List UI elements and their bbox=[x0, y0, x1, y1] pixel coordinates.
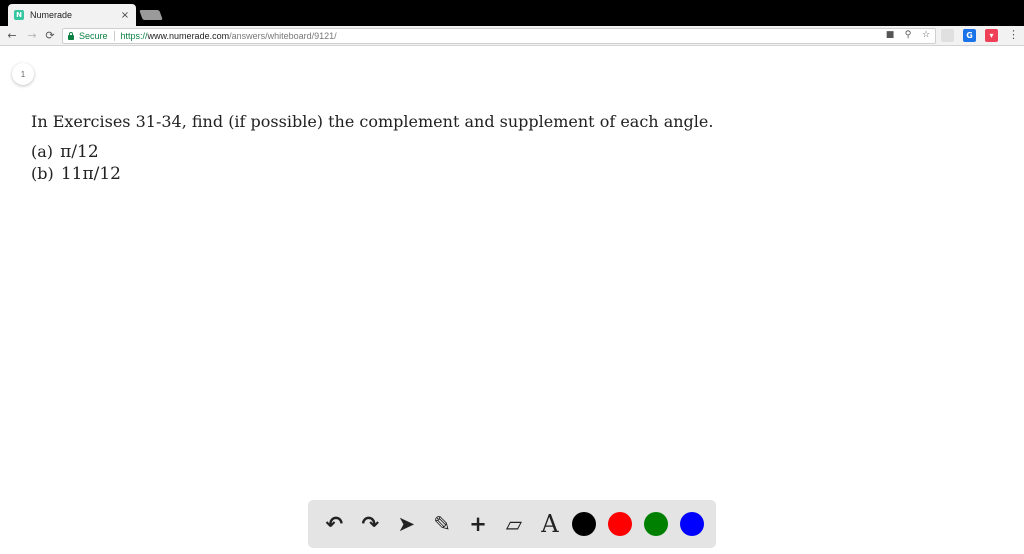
add-icon[interactable]: + bbox=[465, 509, 492, 539]
numerade-favicon-icon: N bbox=[14, 10, 24, 20]
url-path: /answers/whiteboard/9121/ bbox=[229, 31, 337, 41]
part-a-value: π/12 bbox=[60, 142, 99, 162]
eraser-icon[interactable]: ▱ bbox=[501, 509, 528, 539]
part-a: (a) π/12 bbox=[31, 142, 99, 162]
tab-title: Numerade bbox=[30, 10, 73, 20]
color-blue-swatch[interactable] bbox=[680, 512, 705, 536]
part-b-value: 11π/12 bbox=[60, 164, 121, 184]
browser-toolbar: ← → ⟳ Secure https:// www.numerade.com /… bbox=[0, 26, 1024, 46]
browser-menu-icon[interactable]: ⋮ bbox=[1008, 28, 1019, 41]
select-pointer-icon[interactable]: ➤ bbox=[393, 509, 420, 539]
question-text: In Exercises 31-34, find (if possible) t… bbox=[31, 112, 714, 131]
redo-icon[interactable]: ↷ bbox=[357, 509, 384, 539]
back-arrow-icon[interactable]: ← bbox=[5, 28, 19, 42]
url-scheme: https:// bbox=[120, 31, 148, 41]
address-bar[interactable]: Secure https:// www.numerade.com /answer… bbox=[62, 28, 936, 44]
zoom-icon[interactable]: ⚲ bbox=[903, 30, 913, 40]
part-b: (b) 11π/12 bbox=[31, 164, 121, 184]
new-tab-button[interactable] bbox=[139, 10, 163, 20]
pen-icon[interactable]: ✎ bbox=[429, 509, 456, 539]
bookmark-star-icon[interactable]: ☆ bbox=[921, 30, 931, 40]
color-red-swatch[interactable] bbox=[608, 512, 633, 536]
close-icon[interactable]: × bbox=[120, 10, 130, 21]
tab-bar: N Numerade × bbox=[0, 0, 1024, 26]
forward-arrow-icon[interactable]: → bbox=[25, 28, 39, 42]
pocket-extension-icon[interactable]: ▾ bbox=[985, 29, 998, 42]
lock-icon bbox=[68, 31, 74, 40]
google-extension-icon[interactable]: G bbox=[963, 29, 976, 42]
part-b-label: (b) bbox=[31, 164, 54, 183]
part-a-label: (a) bbox=[31, 142, 54, 161]
url-host: www.numerade.com bbox=[147, 31, 230, 41]
cast-extension-icon[interactable] bbox=[941, 29, 954, 42]
drawing-toolbar: ↶ ↷ ➤ ✎ + ▱ A bbox=[308, 500, 716, 548]
page-number-badge: 1 bbox=[12, 63, 34, 85]
address-divider bbox=[113, 31, 115, 41]
address-bar-icons: ■ ⚲ ☆ bbox=[885, 30, 931, 40]
undo-icon[interactable]: ↶ bbox=[321, 509, 348, 539]
camera-icon[interactable]: ■ bbox=[885, 30, 895, 40]
color-green-swatch[interactable] bbox=[644, 512, 669, 536]
color-black-swatch[interactable] bbox=[572, 512, 597, 536]
text-tool-icon[interactable]: A bbox=[536, 509, 563, 539]
reload-icon[interactable]: ⟳ bbox=[43, 28, 57, 42]
tab-numerade[interactable]: N Numerade × bbox=[8, 4, 136, 26]
security-label: Secure bbox=[79, 31, 108, 41]
